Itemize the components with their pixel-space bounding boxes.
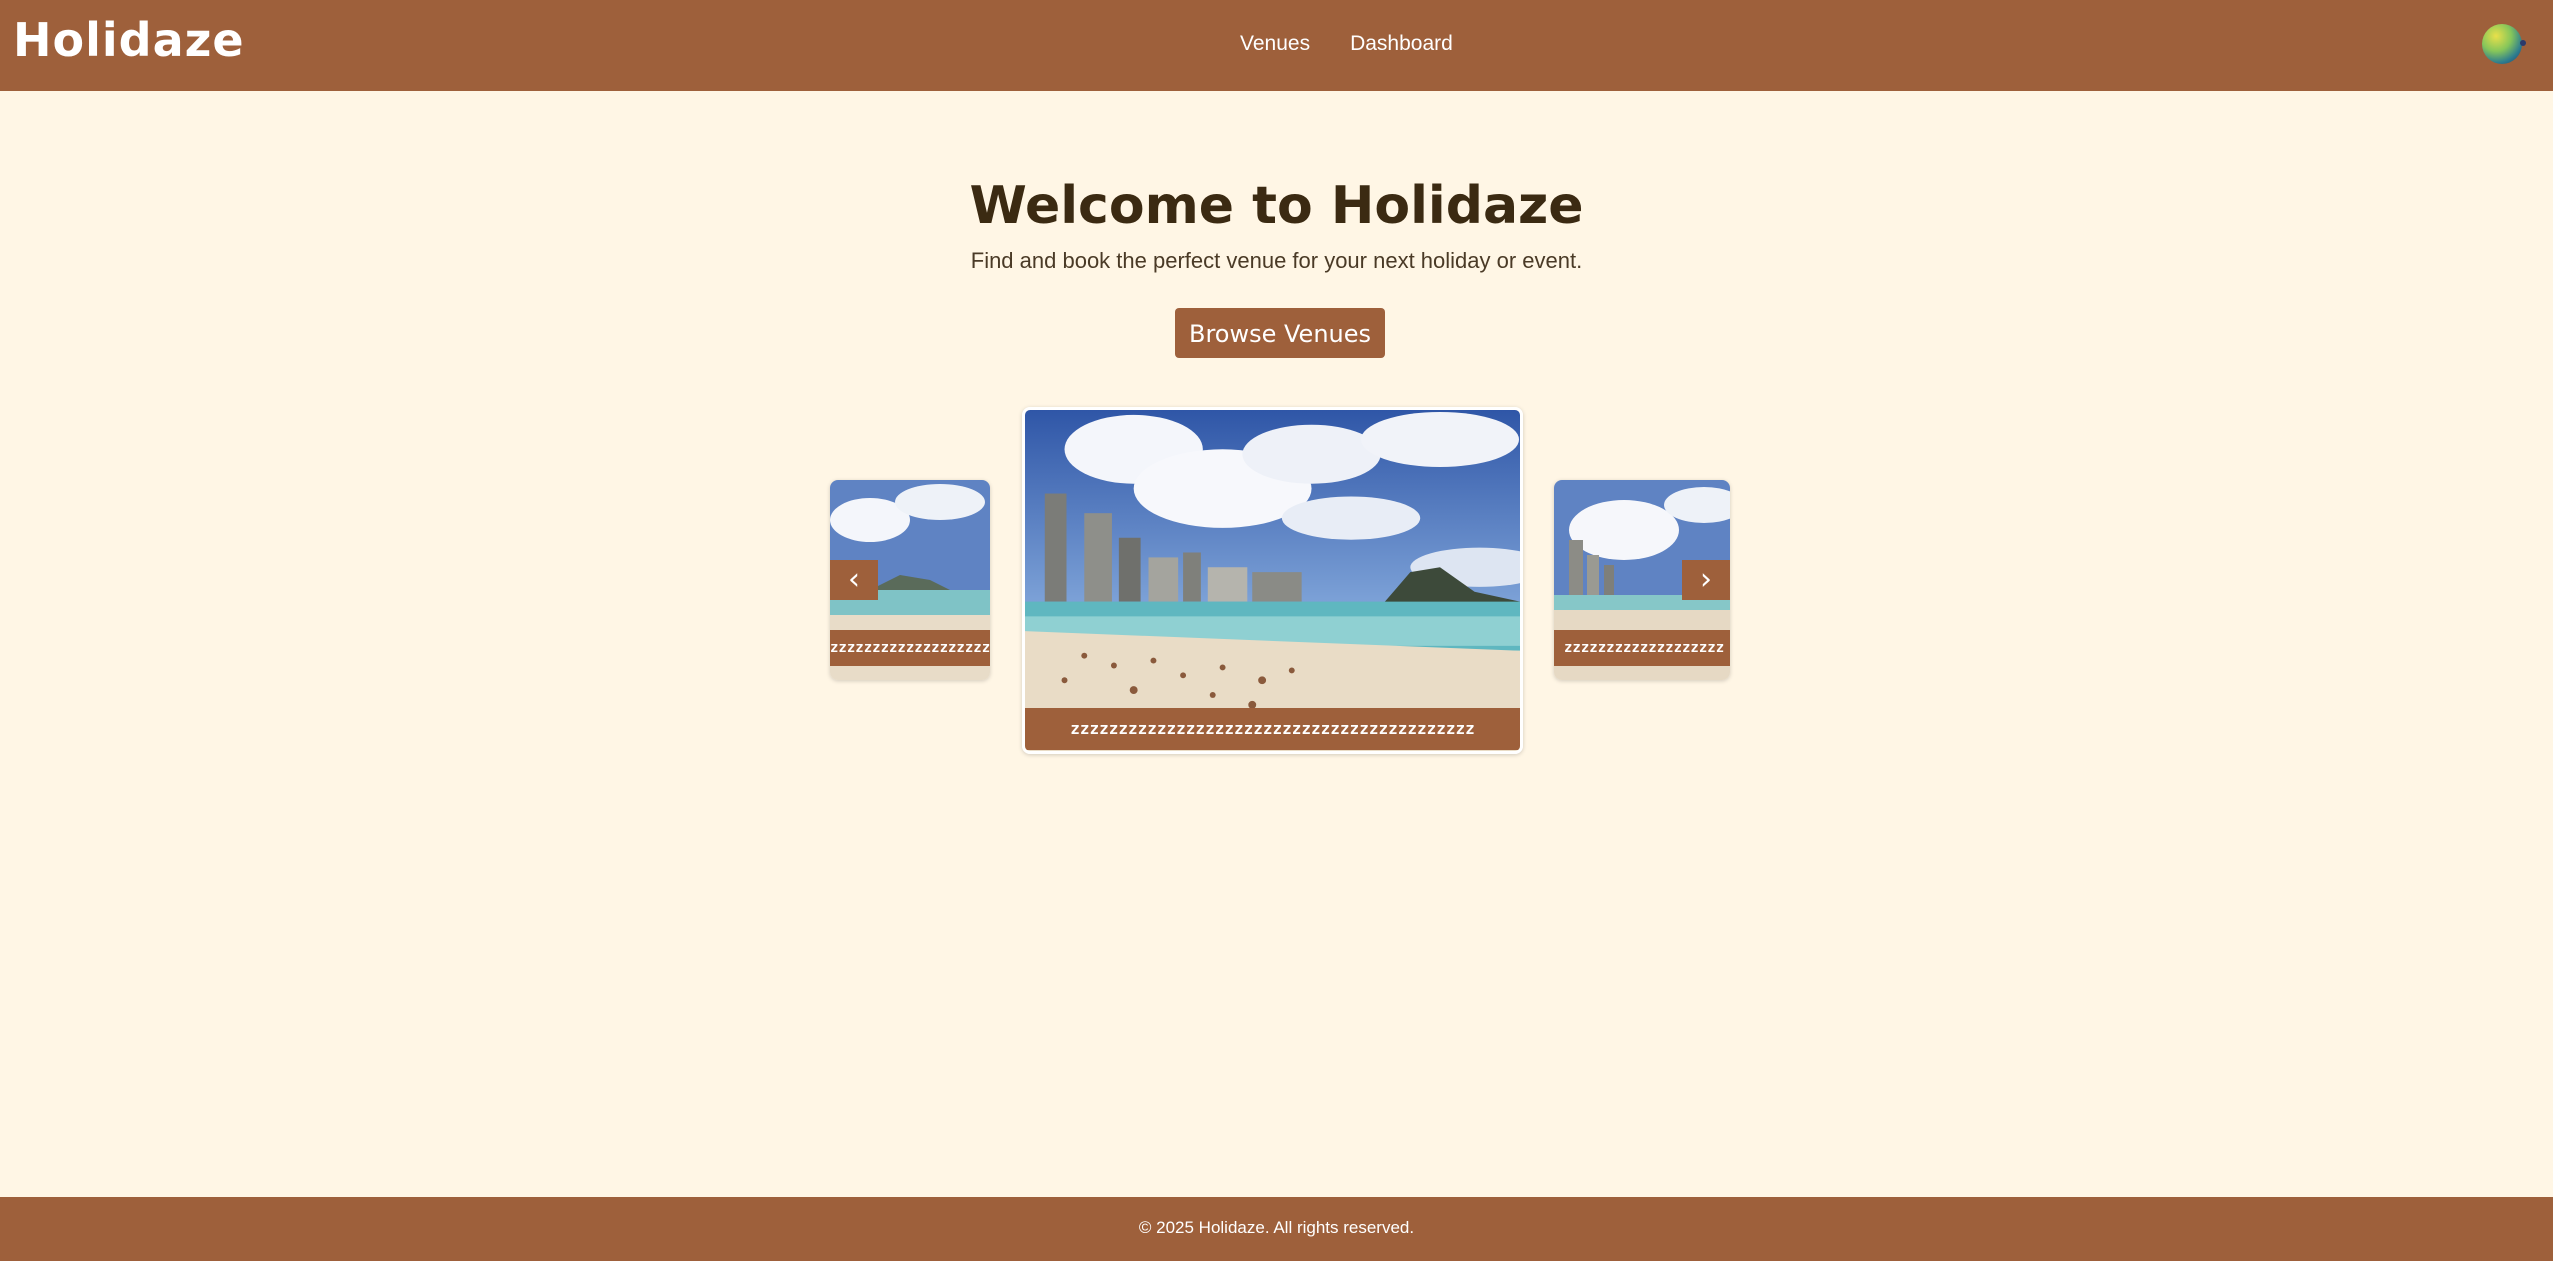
slide-caption: zzzzzzzzzzzzzzzzzzzz [830, 630, 990, 666]
nav-link-dashboard[interactable]: Dashboard [1350, 30, 1453, 58]
avatar-status-dot [2520, 40, 2526, 46]
hero-subtitle: Find and book the perfect venue for your… [970, 248, 1583, 273]
logo[interactable]: Holidaze [13, 10, 245, 70]
carousel-slide-active[interactable]: zzzzzzzzzzzzzzzzzzzzzzzzzzzzzzzzzzzzzzzz… [1022, 407, 1523, 754]
slide-caption: zzzzzzzzzzzzzzzzzzz [1554, 630, 1730, 666]
chevron-right-icon: › [1700, 562, 1712, 597]
user-avatar[interactable] [2482, 24, 2526, 64]
carousel-prev-button[interactable]: ‹ [830, 560, 878, 600]
chevron-left-icon: ‹ [848, 562, 860, 597]
carousel-next-button[interactable]: › [1682, 560, 1730, 600]
venue-image [1025, 410, 1520, 751]
top-navbar: Holidaze Venues Dashboard [0, 0, 2553, 91]
footer: © 2025 Holidaze. All rights reserved. [0, 1197, 2553, 1261]
slide-caption: zzzzzzzzzzzzzzzzzzzzzzzzzzzzzzzzzzzzzzzz… [1025, 708, 1520, 750]
browse-venues-button[interactable]: Browse Venues [1175, 308, 1385, 358]
nav-link-venues[interactable]: Venues [1240, 30, 1310, 58]
main-nav: Venues Dashboard [1240, 30, 1453, 58]
page-title: Welcome to Holidaze [969, 176, 1584, 236]
footer-copyright: © 2025 Holidaze. All rights reserved. [1138, 1218, 1415, 1237]
